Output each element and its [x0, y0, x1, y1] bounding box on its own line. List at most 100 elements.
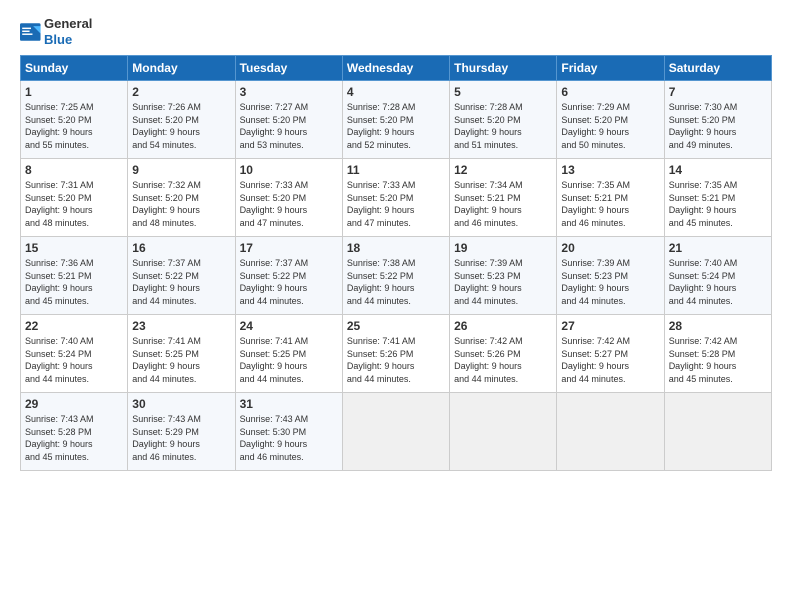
calendar-cell: [664, 393, 771, 471]
calendar-table: SundayMondayTuesdayWednesdayThursdayFrid…: [20, 55, 772, 471]
cell-content: Sunrise: 7:40 AMSunset: 5:24 PMDaylight:…: [669, 258, 738, 306]
logo-icon: [20, 23, 42, 41]
day-number: 17: [240, 241, 338, 255]
calendar-cell: 22 Sunrise: 7:40 AMSunset: 5:24 PMDaylig…: [21, 315, 128, 393]
calendar-cell: 8 Sunrise: 7:31 AMSunset: 5:20 PMDayligh…: [21, 159, 128, 237]
calendar-cell: 12 Sunrise: 7:34 AMSunset: 5:21 PMDaylig…: [450, 159, 557, 237]
cell-content: Sunrise: 7:35 AMSunset: 5:21 PMDaylight:…: [561, 180, 630, 228]
week-row-4: 22 Sunrise: 7:40 AMSunset: 5:24 PMDaylig…: [21, 315, 772, 393]
calendar-cell: 7 Sunrise: 7:30 AMSunset: 5:20 PMDayligh…: [664, 81, 771, 159]
day-number: 12: [454, 163, 552, 177]
calendar-cell: 27 Sunrise: 7:42 AMSunset: 5:27 PMDaylig…: [557, 315, 664, 393]
cell-content: Sunrise: 7:28 AMSunset: 5:20 PMDaylight:…: [454, 102, 523, 150]
header-tuesday: Tuesday: [235, 56, 342, 81]
cell-content: Sunrise: 7:43 AMSunset: 5:29 PMDaylight:…: [132, 414, 201, 462]
cell-content: Sunrise: 7:39 AMSunset: 5:23 PMDaylight:…: [561, 258, 630, 306]
calendar-cell: 25 Sunrise: 7:41 AMSunset: 5:26 PMDaylig…: [342, 315, 449, 393]
cell-content: Sunrise: 7:39 AMSunset: 5:23 PMDaylight:…: [454, 258, 523, 306]
calendar-cell: 15 Sunrise: 7:36 AMSunset: 5:21 PMDaylig…: [21, 237, 128, 315]
day-number: 24: [240, 319, 338, 333]
day-number: 22: [25, 319, 123, 333]
day-number: 3: [240, 85, 338, 99]
calendar-cell: [450, 393, 557, 471]
calendar-cell: 11 Sunrise: 7:33 AMSunset: 5:20 PMDaylig…: [342, 159, 449, 237]
cell-content: Sunrise: 7:31 AMSunset: 5:20 PMDaylight:…: [25, 180, 94, 228]
calendar-cell: 29 Sunrise: 7:43 AMSunset: 5:28 PMDaylig…: [21, 393, 128, 471]
day-number: 9: [132, 163, 230, 177]
day-number: 19: [454, 241, 552, 255]
calendar-cell: 24 Sunrise: 7:41 AMSunset: 5:25 PMDaylig…: [235, 315, 342, 393]
header-sunday: Sunday: [21, 56, 128, 81]
day-number: 8: [25, 163, 123, 177]
week-row-2: 8 Sunrise: 7:31 AMSunset: 5:20 PMDayligh…: [21, 159, 772, 237]
cell-content: Sunrise: 7:40 AMSunset: 5:24 PMDaylight:…: [25, 336, 94, 384]
day-number: 4: [347, 85, 445, 99]
calendar-cell: 21 Sunrise: 7:40 AMSunset: 5:24 PMDaylig…: [664, 237, 771, 315]
calendar-cell: 10 Sunrise: 7:33 AMSunset: 5:20 PMDaylig…: [235, 159, 342, 237]
cell-content: Sunrise: 7:43 AMSunset: 5:30 PMDaylight:…: [240, 414, 309, 462]
day-number: 5: [454, 85, 552, 99]
day-number: 10: [240, 163, 338, 177]
cell-content: Sunrise: 7:32 AMSunset: 5:20 PMDaylight:…: [132, 180, 201, 228]
day-number: 2: [132, 85, 230, 99]
cell-content: Sunrise: 7:36 AMSunset: 5:21 PMDaylight:…: [25, 258, 94, 306]
logo: General Blue: [20, 16, 92, 47]
calendar-cell: 5 Sunrise: 7:28 AMSunset: 5:20 PMDayligh…: [450, 81, 557, 159]
day-number: 28: [669, 319, 767, 333]
cell-content: Sunrise: 7:41 AMSunset: 5:26 PMDaylight:…: [347, 336, 416, 384]
calendar-cell: 3 Sunrise: 7:27 AMSunset: 5:20 PMDayligh…: [235, 81, 342, 159]
calendar-cell: 6 Sunrise: 7:29 AMSunset: 5:20 PMDayligh…: [557, 81, 664, 159]
cell-content: Sunrise: 7:26 AMSunset: 5:20 PMDaylight:…: [132, 102, 201, 150]
day-number: 27: [561, 319, 659, 333]
cell-content: Sunrise: 7:27 AMSunset: 5:20 PMDaylight:…: [240, 102, 309, 150]
calendar-cell: 1 Sunrise: 7:25 AMSunset: 5:20 PMDayligh…: [21, 81, 128, 159]
calendar-header-row: SundayMondayTuesdayWednesdayThursdayFrid…: [21, 56, 772, 81]
day-number: 11: [347, 163, 445, 177]
calendar-cell: 18 Sunrise: 7:38 AMSunset: 5:22 PMDaylig…: [342, 237, 449, 315]
day-number: 14: [669, 163, 767, 177]
day-number: 31: [240, 397, 338, 411]
calendar-cell: 30 Sunrise: 7:43 AMSunset: 5:29 PMDaylig…: [128, 393, 235, 471]
day-number: 25: [347, 319, 445, 333]
cell-content: Sunrise: 7:42 AMSunset: 5:28 PMDaylight:…: [669, 336, 738, 384]
header-monday: Monday: [128, 56, 235, 81]
calendar-cell: 16 Sunrise: 7:37 AMSunset: 5:22 PMDaylig…: [128, 237, 235, 315]
header-saturday: Saturday: [664, 56, 771, 81]
day-number: 1: [25, 85, 123, 99]
calendar-body: 1 Sunrise: 7:25 AMSunset: 5:20 PMDayligh…: [21, 81, 772, 471]
day-number: 18: [347, 241, 445, 255]
calendar-cell: [557, 393, 664, 471]
cell-content: Sunrise: 7:42 AMSunset: 5:26 PMDaylight:…: [454, 336, 523, 384]
cell-content: Sunrise: 7:41 AMSunset: 5:25 PMDaylight:…: [132, 336, 201, 384]
header: General Blue: [20, 16, 772, 47]
calendar-cell: 17 Sunrise: 7:37 AMSunset: 5:22 PMDaylig…: [235, 237, 342, 315]
day-number: 7: [669, 85, 767, 99]
day-number: 26: [454, 319, 552, 333]
day-number: 30: [132, 397, 230, 411]
header-friday: Friday: [557, 56, 664, 81]
week-row-3: 15 Sunrise: 7:36 AMSunset: 5:21 PMDaylig…: [21, 237, 772, 315]
cell-content: Sunrise: 7:42 AMSunset: 5:27 PMDaylight:…: [561, 336, 630, 384]
calendar-cell: 31 Sunrise: 7:43 AMSunset: 5:30 PMDaylig…: [235, 393, 342, 471]
cell-content: Sunrise: 7:33 AMSunset: 5:20 PMDaylight:…: [240, 180, 309, 228]
calendar-cell: 26 Sunrise: 7:42 AMSunset: 5:26 PMDaylig…: [450, 315, 557, 393]
cell-content: Sunrise: 7:34 AMSunset: 5:21 PMDaylight:…: [454, 180, 523, 228]
cell-content: Sunrise: 7:25 AMSunset: 5:20 PMDaylight:…: [25, 102, 94, 150]
day-number: 13: [561, 163, 659, 177]
week-row-1: 1 Sunrise: 7:25 AMSunset: 5:20 PMDayligh…: [21, 81, 772, 159]
day-number: 23: [132, 319, 230, 333]
cell-content: Sunrise: 7:29 AMSunset: 5:20 PMDaylight:…: [561, 102, 630, 150]
cell-content: Sunrise: 7:37 AMSunset: 5:22 PMDaylight:…: [240, 258, 309, 306]
cell-content: Sunrise: 7:30 AMSunset: 5:20 PMDaylight:…: [669, 102, 738, 150]
calendar-cell: 23 Sunrise: 7:41 AMSunset: 5:25 PMDaylig…: [128, 315, 235, 393]
day-number: 16: [132, 241, 230, 255]
day-number: 29: [25, 397, 123, 411]
calendar-cell: 28 Sunrise: 7:42 AMSunset: 5:28 PMDaylig…: [664, 315, 771, 393]
calendar-cell: 4 Sunrise: 7:28 AMSunset: 5:20 PMDayligh…: [342, 81, 449, 159]
calendar-cell: [342, 393, 449, 471]
cell-content: Sunrise: 7:41 AMSunset: 5:25 PMDaylight:…: [240, 336, 309, 384]
calendar-cell: 9 Sunrise: 7:32 AMSunset: 5:20 PMDayligh…: [128, 159, 235, 237]
cell-content: Sunrise: 7:43 AMSunset: 5:28 PMDaylight:…: [25, 414, 94, 462]
header-thursday: Thursday: [450, 56, 557, 81]
header-wednesday: Wednesday: [342, 56, 449, 81]
